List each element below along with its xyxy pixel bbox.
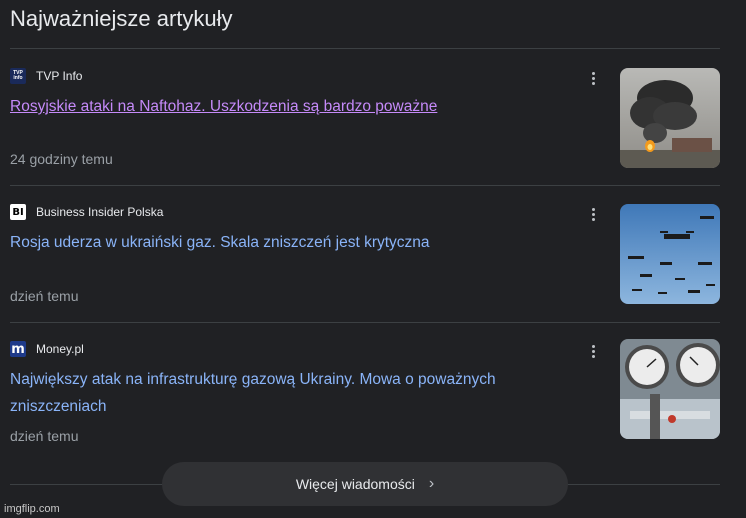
pressure-gauges-image [620, 339, 720, 439]
article-headline[interactable]: Największy atak na infrastrukturę gazową… [10, 366, 580, 420]
drones-image [620, 204, 720, 304]
divider [10, 185, 720, 186]
article-headline[interactable]: Rosyjskie ataki na Naftohaz. Uszkodzenia… [10, 93, 580, 120]
article-headline[interactable]: Rosja uderza w ukraiński gaz. Skala znis… [10, 229, 580, 256]
chevron-right-icon: › [428, 475, 435, 492]
article-source[interactable]: m Money.pl [10, 341, 84, 357]
article-thumbnail[interactable] [620, 339, 720, 439]
article-time: dzień temu [10, 288, 79, 304]
article-time: dzień temu [10, 428, 79, 444]
article-card[interactable]: m Money.pl Największy atak na infrastruk… [10, 339, 720, 444]
section-title: Najważniejsze artykuły [10, 6, 233, 31]
article-card[interactable]: BI Business Insider Polska Rosja uderza … [10, 204, 720, 304]
source-name: Money.pl [36, 342, 84, 356]
smoke-fire-image [620, 68, 720, 168]
article-source[interactable]: TVP info TVP Info [10, 68, 82, 84]
article-thumbnail[interactable] [620, 204, 720, 304]
article-source[interactable]: BI Business Insider Polska [10, 204, 163, 220]
article-card[interactable]: TVP info TVP Info Rosyjskie ataki na Naf… [10, 68, 720, 168]
more-options-icon[interactable] [588, 68, 598, 88]
watermark: imgflip.com [4, 503, 60, 515]
business-insider-logo-icon: BI [10, 204, 26, 220]
more-news-label: Więcej wiadomości [295, 476, 415, 492]
money-pl-logo-icon: m [10, 341, 26, 357]
divider [10, 322, 720, 323]
tvp-info-logo-icon: TVP info [10, 68, 26, 84]
more-news-button[interactable]: Więcej wiadomości › [162, 462, 568, 506]
article-thumbnail[interactable] [620, 68, 720, 168]
article-time: 24 godziny temu [10, 151, 113, 167]
source-name: Business Insider Polska [36, 205, 164, 219]
divider [10, 48, 720, 49]
more-options-icon[interactable] [588, 341, 598, 361]
more-options-icon[interactable] [588, 204, 598, 224]
source-name: TVP Info [36, 69, 83, 83]
